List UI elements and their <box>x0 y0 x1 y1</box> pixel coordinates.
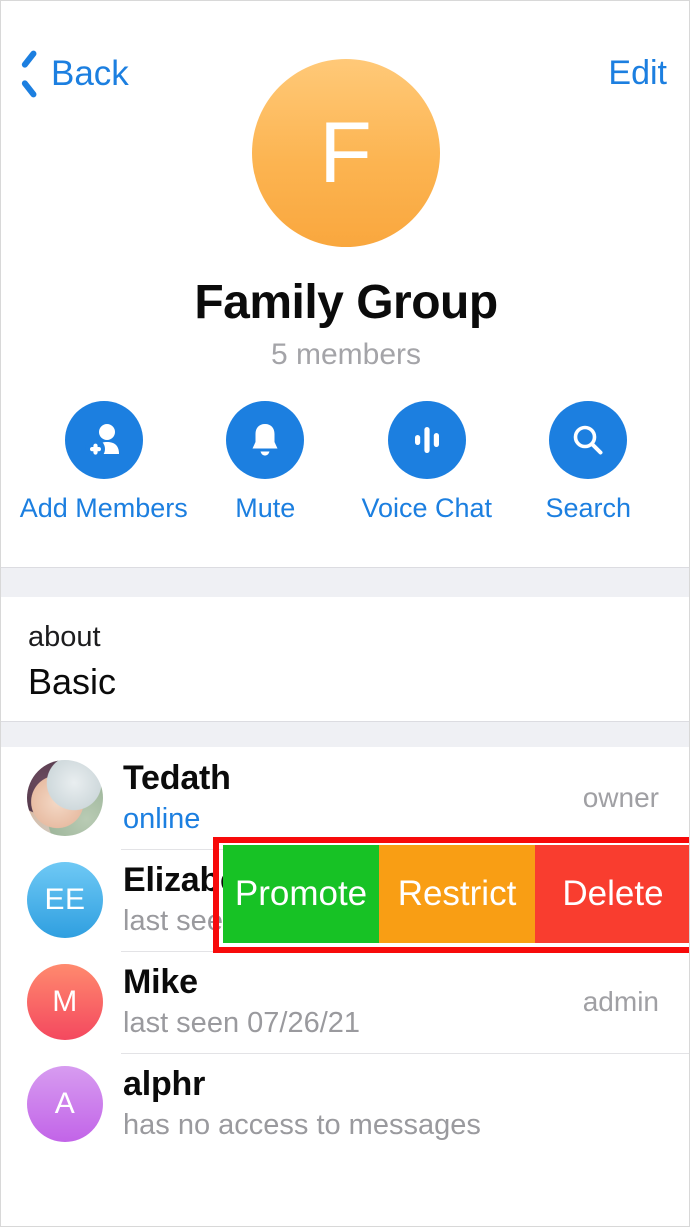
swipe-action-panel: Promote Restrict Delete <box>223 845 689 943</box>
search-icon <box>573 425 603 455</box>
section-separator-bottom <box>1 721 689 749</box>
member-name: alphr <box>123 1065 206 1104</box>
search-icon-circle <box>549 401 628 479</box>
table-row[interactable]: M Mike last seen 07/26/21 admin <box>1 951 689 1053</box>
member-name: Tedath <box>123 759 231 798</box>
member-list: Tedath online owner EE Elizabeth E last … <box>1 747 689 1155</box>
group-title: Family Group <box>194 276 498 329</box>
avatar: M <box>27 964 103 1040</box>
avatar <box>27 760 103 836</box>
add-members-icon-circle <box>64 401 143 479</box>
mute-label: Mute <box>235 493 296 523</box>
member-status: last seen 07/26/21 <box>123 1007 361 1040</box>
avatar: EE <box>27 862 103 938</box>
voice-waveform-icon <box>414 427 439 453</box>
avatar: A <box>27 1066 103 1142</box>
add-members-label: Add Members <box>19 493 188 523</box>
group-members-count: 5 members <box>270 338 422 371</box>
delete-button[interactable]: Delete <box>535 845 689 943</box>
avatar-initials: EE <box>44 883 86 916</box>
member-text: Mike last seen 07/26/21 <box>123 963 583 1040</box>
group-header: F Family Group 5 members <box>1 59 689 372</box>
search-button[interactable]: Search <box>513 401 663 524</box>
section-separator-top <box>1 567 689 599</box>
avatar-initials: A <box>54 1087 76 1120</box>
member-name: Mike <box>123 963 198 1002</box>
member-text: Tedath online <box>123 759 583 836</box>
about-label: about <box>28 621 101 653</box>
member-role-badge: owner <box>582 782 659 813</box>
add-members-button[interactable]: Add Members <box>20 401 188 524</box>
group-avatar-initial: F <box>319 104 373 201</box>
about-section[interactable]: about Basic <box>1 597 689 721</box>
group-info-screen: Back Edit F Family Group 5 members Add M… <box>0 0 690 1227</box>
member-status: has no access to messages <box>123 1109 481 1142</box>
group-avatar[interactable]: F <box>252 59 440 247</box>
member-text: alphr has no access to messages <box>123 1065 659 1142</box>
table-row[interactable]: A alphr has no access to messages <box>1 1053 689 1155</box>
restrict-button[interactable]: Restrict <box>379 845 535 943</box>
bell-icon <box>252 424 278 456</box>
promote-button[interactable]: Promote <box>223 845 379 943</box>
add-member-icon <box>84 424 119 459</box>
action-button-row: Add Members Mute Voice Chat Search <box>1 401 689 524</box>
member-role-badge: admin <box>582 986 659 1017</box>
mute-button[interactable]: Mute <box>190 401 340 524</box>
about-value: Basic <box>28 660 117 702</box>
voice-chat-icon-circle <box>387 401 466 479</box>
avatar-initials: M <box>52 985 78 1018</box>
member-status: online <box>123 803 201 836</box>
search-label: Search <box>545 493 632 523</box>
voice-chat-button[interactable]: Voice Chat <box>352 401 502 524</box>
table-row[interactable]: Tedath online owner <box>1 747 689 849</box>
voice-chat-label: Voice Chat <box>361 493 493 523</box>
mute-icon-circle <box>226 401 305 479</box>
